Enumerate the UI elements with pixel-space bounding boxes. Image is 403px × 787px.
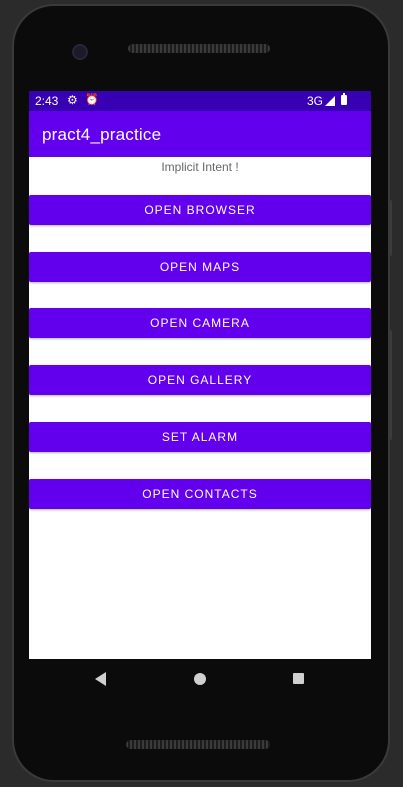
- recents-square-icon[interactable]: [293, 673, 304, 684]
- network-type: 3G: [307, 94, 324, 108]
- open-gallery-button[interactable]: OPEN GALLERY: [29, 365, 371, 395]
- bottom-speaker: [126, 740, 270, 749]
- open-maps-button[interactable]: OPEN MAPS: [29, 252, 371, 282]
- app-title: pract4_practice: [42, 125, 162, 144]
- status-bar: 2:43 ⚙ ⏰ 3G: [29, 91, 371, 111]
- emulator-frame: 2:43 ⚙ ⏰ 3G pract4_practice Implicit Int…: [0, 0, 403, 787]
- page-heading: Implicit Intent !: [161, 160, 239, 174]
- front-camera-icon: [72, 44, 88, 60]
- back-triangle-icon[interactable]: [95, 672, 106, 686]
- open-contacts-button[interactable]: OPEN CONTACTS: [29, 479, 371, 509]
- signal-icon: [325, 96, 335, 106]
- battery-icon: [341, 93, 347, 105]
- open-browser-button[interactable]: OPEN BROWSER: [29, 195, 371, 225]
- set-alarm-button[interactable]: SET ALARM: [29, 422, 371, 452]
- top-speaker: [128, 44, 270, 53]
- open-camera-button[interactable]: OPEN CAMERA: [29, 308, 371, 338]
- navigation-bar: [29, 659, 371, 699]
- app-bar: pract4_practice: [29, 111, 371, 157]
- status-time: 2:43: [35, 94, 59, 108]
- gear-icon: ⚙: [67, 93, 78, 107]
- app-screen: 2:43 ⚙ ⏰ 3G pract4_practice Implicit Int…: [29, 91, 371, 659]
- alarm-clock-icon: ⏰: [85, 94, 99, 106]
- home-circle-icon[interactable]: [194, 673, 206, 685]
